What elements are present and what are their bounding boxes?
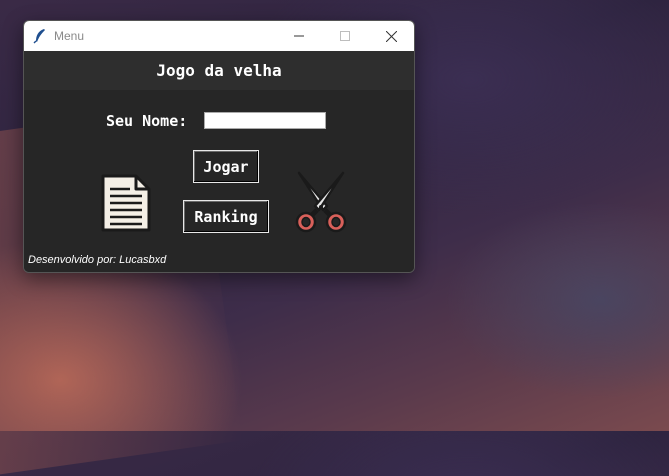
ranking-button[interactable]: Ranking — [183, 200, 269, 233]
close-button[interactable] — [368, 21, 414, 51]
window-title: Menu — [54, 29, 85, 43]
name-input[interactable] — [204, 112, 326, 129]
header-bar: Jogo da velha — [24, 51, 414, 90]
maximize-button[interactable] — [322, 21, 368, 51]
maximize-icon — [340, 31, 350, 41]
document-icon — [101, 174, 151, 232]
minimize-button[interactable] — [276, 21, 322, 51]
page-title: Jogo da velha — [156, 61, 282, 80]
play-button[interactable]: Jogar — [193, 150, 259, 183]
name-label: Seu Nome: — [106, 112, 188, 130]
developer-credit: Desenvolvido por: Lucasbxd — [28, 254, 167, 266]
scissors-icon — [295, 171, 347, 233]
feather-icon — [33, 29, 45, 44]
menu-window: Menu Jogo da velha Seu Nome: Jogar Ranki… — [23, 20, 415, 273]
minimize-icon — [294, 35, 304, 37]
close-icon — [385, 30, 397, 42]
title-bar[interactable]: Menu — [24, 21, 414, 51]
menu-body: Seu Nome: Jogar Ranking Desenvolvido por… — [24, 90, 414, 272]
